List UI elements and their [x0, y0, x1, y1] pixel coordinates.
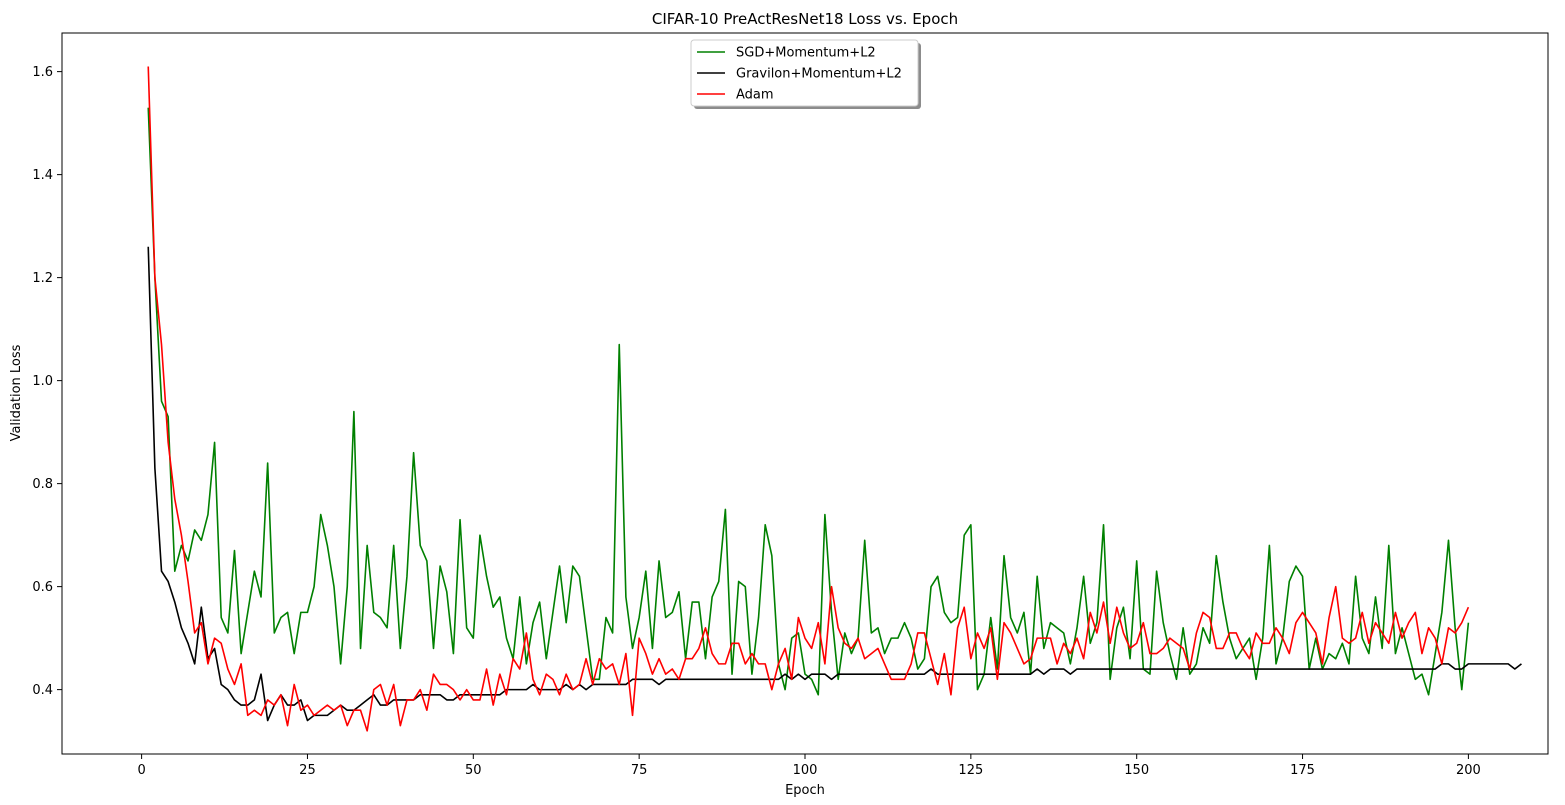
- y-axis-label: Validation Loss: [9, 344, 24, 441]
- series-line-3: [147, 66, 1470, 732]
- plot-area: [61, 32, 1549, 755]
- x-tick-label: 0: [137, 763, 145, 778]
- x-tick-label: 100: [793, 763, 818, 778]
- y-tick-label: 1.4: [32, 168, 53, 183]
- series-layer: [147, 66, 1522, 732]
- x-tick-label: 150: [1124, 763, 1149, 778]
- x-tick-label: 175: [1290, 763, 1315, 778]
- line-chart: CIFAR-10 PreActResNet18 Loss vs. Epoch 0…: [9, 10, 1549, 798]
- y-tick-label: 1.0: [32, 374, 53, 389]
- legend-label: Gravilon+Momentum+L2: [736, 67, 902, 82]
- x-axis: 0 25 50 75 100 125 150 175 200: [137, 754, 1481, 778]
- legend-label: Adam: [736, 88, 774, 103]
- series-line-1: [147, 107, 1470, 696]
- y-axis: 0.4 0.6 0.8 1.0 1.2 1.4 1.6: [32, 65, 62, 698]
- legend-label: SGD+Momentum+L2: [736, 46, 876, 61]
- legend: SGD+Momentum+L2 Gravilon+Momentum+L2 Adam: [690, 39, 921, 109]
- y-tick-label: 0.8: [32, 477, 53, 492]
- x-tick-label: 75: [631, 763, 648, 778]
- y-tick-label: 1.2: [32, 271, 53, 286]
- y-tick-label: 0.6: [32, 580, 53, 595]
- x-tick-label: 25: [299, 763, 316, 778]
- y-tick-label: 1.6: [32, 65, 53, 80]
- chart-title: CIFAR-10 PreActResNet18 Loss vs. Epoch: [652, 10, 958, 28]
- x-tick-label: 50: [465, 763, 482, 778]
- x-tick-label: 125: [958, 763, 983, 778]
- x-tick-label: 200: [1456, 763, 1481, 778]
- y-tick-label: 0.4: [32, 683, 53, 698]
- x-axis-label: Epoch: [785, 783, 825, 798]
